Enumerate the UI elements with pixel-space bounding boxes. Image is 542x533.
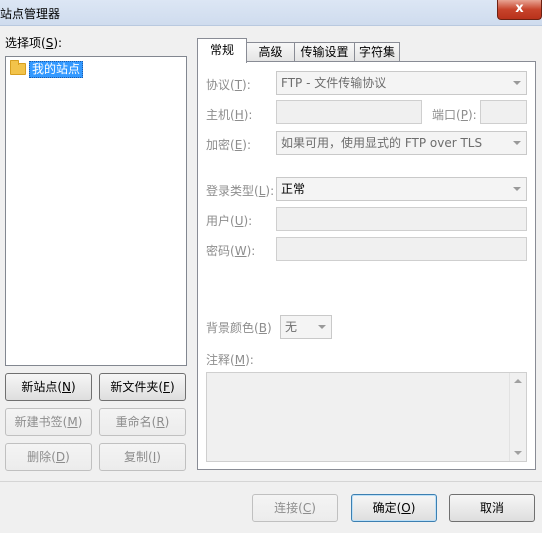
vertical-scrollbar[interactable] [509, 373, 526, 461]
tree-item-label: 我的站点 [29, 60, 84, 78]
comments-textarea[interactable] [206, 372, 527, 462]
logon-type-dropdown[interactable]: 正常 [276, 177, 527, 201]
password-label: 密码(W): [206, 244, 256, 258]
port-label: 端口(P): [432, 108, 477, 122]
background-color-label: 背景颜色(B) [206, 321, 272, 335]
host-input[interactable] [276, 100, 422, 124]
new-site-button[interactable]: 新站点(N) [5, 373, 92, 401]
new-folder-button[interactable]: 新文件夹(F) [99, 373, 186, 401]
new-bookmark-button[interactable]: 新建书签(M) [5, 408, 92, 436]
chevron-down-icon [513, 187, 521, 191]
divider [206, 302, 527, 303]
copy-button[interactable]: 复制(I) [99, 443, 186, 471]
chevron-down-icon [318, 325, 326, 329]
site-tree[interactable]: 我的站点 [5, 56, 187, 366]
connect-button[interactable]: 连接(C) [252, 494, 338, 522]
scroll-up-icon[interactable] [514, 379, 522, 383]
delete-button[interactable]: 删除(D) [5, 443, 92, 471]
user-input[interactable] [276, 207, 527, 231]
rename-button[interactable]: 重命名(R) [99, 408, 186, 436]
divider [206, 164, 527, 165]
logon-type-label: 登录类型(L): [206, 184, 275, 198]
select-entry-label: 选择项(S): [5, 36, 63, 50]
scroll-down-icon[interactable] [514, 451, 522, 455]
tab-general[interactable]: 常规 [197, 38, 247, 63]
background-color-dropdown[interactable]: 无 [280, 315, 332, 339]
protocol-dropdown[interactable]: FTP - 文件传输协议 [276, 71, 527, 95]
tab-transfer-settings[interactable]: 传输设置 [294, 42, 355, 62]
general-panel: 协议(T): FTP - 文件传输协议 主机(H): 端口(P): 加密(E):… [197, 61, 536, 470]
tab-advanced[interactable]: 高级 [246, 42, 295, 62]
ok-button[interactable]: 确定(O) [351, 494, 437, 522]
protocol-label: 协议(T): [206, 78, 251, 92]
tab-charset[interactable]: 字符集 [354, 42, 400, 62]
comments-label: 注释(M): [206, 353, 254, 367]
close-button[interactable]: x [497, 0, 542, 20]
footer-divider [0, 481, 542, 482]
encryption-label: 加密(E): [206, 138, 252, 152]
cancel-button[interactable]: 取消 [449, 494, 535, 522]
user-label: 用户(U): [206, 214, 253, 228]
folder-icon [10, 60, 26, 75]
password-input[interactable] [276, 237, 527, 261]
window-title: 站点管理器 [0, 7, 61, 21]
tree-item-my-sites[interactable]: 我的站点 [10, 60, 84, 78]
chevron-down-icon [513, 81, 521, 85]
port-input[interactable] [480, 100, 527, 124]
close-icon: x [515, 1, 524, 16]
host-label: 主机(H): [206, 108, 253, 122]
encryption-dropdown[interactable]: 如果可用，使用显式的 FTP over TLS [276, 131, 527, 155]
title-bar: 站点管理器 x [0, 0, 542, 26]
chevron-down-icon [513, 141, 521, 145]
